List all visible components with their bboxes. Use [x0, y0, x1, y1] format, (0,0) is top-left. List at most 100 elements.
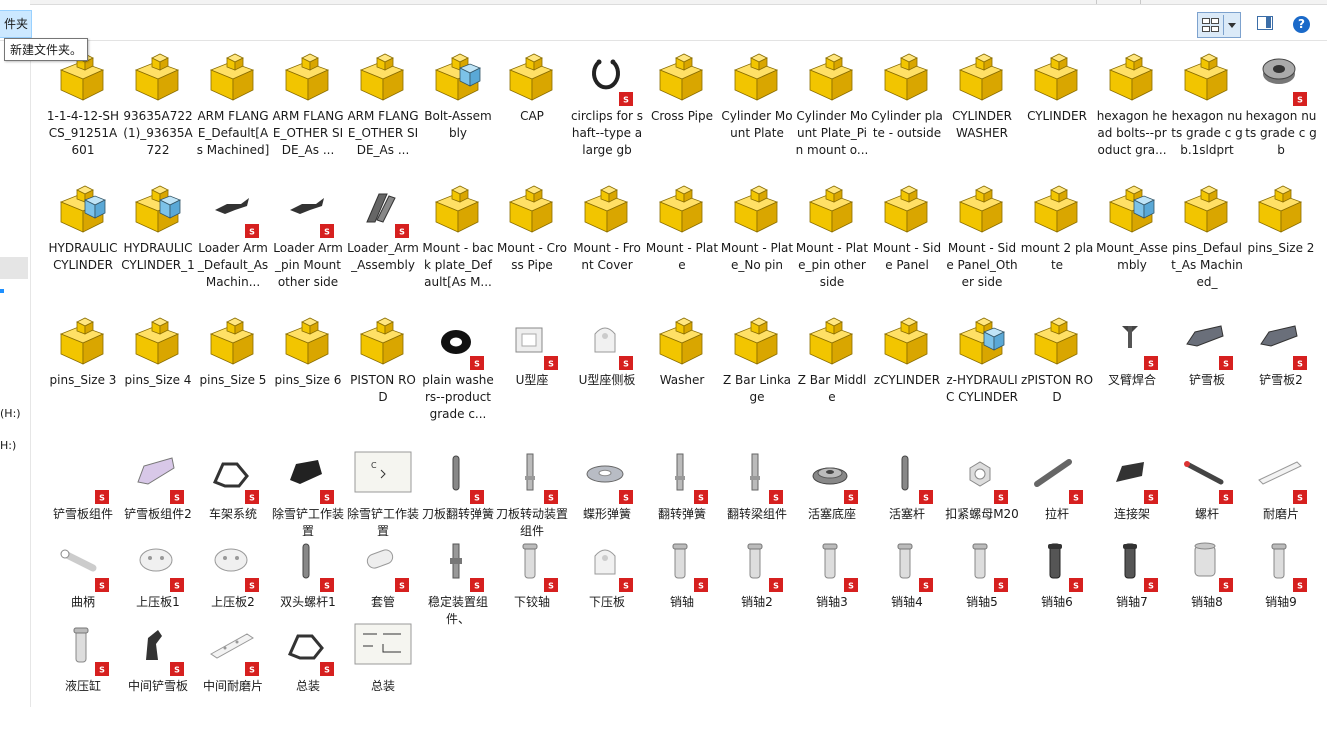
file-item[interactable]: S Loader Arm_Default_As Machin...	[196, 178, 270, 308]
file-item[interactable]: CYLINDER	[1020, 46, 1094, 176]
file-item[interactable]: pins_Size 4	[121, 310, 195, 440]
file-item[interactable]: Mount - back plate_Default[As M...	[421, 178, 495, 308]
file-item[interactable]: pins_Default_As Machined_	[1170, 178, 1244, 308]
file-item[interactable]: Shexagon nuts grade c gb	[1244, 46, 1318, 176]
file-item[interactable]: S 铲雪板	[1170, 310, 1244, 440]
file-item[interactable]: HYDRAULIC CYLINDER	[46, 178, 120, 308]
svg-text:S: S	[324, 494, 330, 503]
file-item[interactable]: S 销轴8	[1170, 532, 1244, 662]
large-icons-view-icon[interactable]	[1200, 15, 1220, 35]
file-item[interactable]: hexagon head bolts--product gra...	[1095, 46, 1169, 176]
view-dropdown-chevron-down-icon[interactable]	[1223, 15, 1240, 35]
file-item[interactable]: Z Bar Middle	[795, 310, 869, 440]
nav-expand-icon[interactable]	[0, 289, 4, 293]
navigation-pane[interactable]: (H:) H:)	[0, 41, 31, 707]
nav-drive-h2[interactable]: H:)	[0, 439, 16, 452]
part-file-icon: S	[877, 446, 937, 506]
file-item[interactable]: pins_Size 6	[271, 310, 345, 440]
file-item[interactable]: Z Bar Linkage	[720, 310, 794, 440]
file-item[interactable]: S 销轴9	[1244, 532, 1318, 662]
file-item[interactable]: 1-1-4-12-SHCS_91251A601	[46, 46, 120, 176]
file-item[interactable]: Mount - Cross Pipe	[495, 178, 569, 308]
file-item[interactable]: Bolt-Assembly	[421, 46, 495, 176]
file-item[interactable]: Mount - Plate_pin other side	[795, 178, 869, 308]
file-item[interactable]: mount 2 plate	[1020, 178, 1094, 308]
file-item[interactable]: S U型座侧板	[570, 310, 644, 440]
file-item[interactable]: hexagon nuts grade c gb.1sldprt	[1170, 46, 1244, 176]
file-item[interactable]: Cylinder Mount Plate_Pin mount o...	[795, 46, 869, 176]
svg-text:S: S	[623, 360, 629, 369]
file-item[interactable]: S 叉臂焊合	[1095, 310, 1169, 440]
file-item[interactable]: pins_Size 5	[196, 310, 270, 440]
file-item[interactable]: S 销轴	[645, 532, 719, 662]
file-item[interactable]: pins_Size 2	[1244, 178, 1318, 308]
file-item[interactable]: S 稳定装置组件、	[421, 532, 495, 662]
file-item[interactable]: S 销轴3	[795, 532, 869, 662]
file-item[interactable]: Mount - Side Panel	[870, 178, 944, 308]
file-item-label: 上压板2	[211, 595, 255, 609]
svg-text:S: S	[1297, 582, 1303, 591]
file-item[interactable]: 93635A722 (1)_93635A722	[121, 46, 195, 176]
file-item[interactable]: S 总装	[271, 616, 345, 746]
part-file-icon: S	[1251, 312, 1311, 372]
file-item[interactable]: Mount - Side Panel_Other side	[945, 178, 1019, 308]
svg-text:S: S	[848, 582, 854, 591]
svg-text:S: S	[1148, 582, 1154, 591]
file-item[interactable]: zCYLINDER	[870, 310, 944, 440]
assembly-file-icon	[1027, 312, 1087, 372]
part-file-icon: S	[952, 534, 1012, 594]
file-item[interactable]: ARM FLANGE_OTHER SIDE_As ...	[346, 46, 420, 176]
file-item-label: hexagon nuts grade c gb.1sldprt	[1171, 109, 1243, 157]
file-item[interactable]: Mount - Plate_No pin	[720, 178, 794, 308]
file-item[interactable]: CAP	[495, 46, 569, 176]
file-item-label: ARM FLANGE_OTHER SIDE_As ...	[347, 109, 419, 157]
help-icon[interactable]: ?	[1293, 16, 1310, 33]
file-item[interactable]: S 液压缸	[46, 616, 120, 746]
file-item[interactable]: Mount_Assembly	[1095, 178, 1169, 308]
svg-text:S: S	[1223, 582, 1229, 591]
file-item[interactable]: S 下铰轴	[495, 532, 569, 662]
svg-text:S: S	[474, 494, 480, 503]
file-item[interactable]: S 销轴5	[945, 532, 1019, 662]
nav-selected-item[interactable]	[0, 257, 28, 279]
file-item[interactable]: S 销轴2	[720, 532, 794, 662]
file-item[interactable]: S U型座	[495, 310, 569, 440]
file-item[interactable]: Cylinder Mount Plate	[720, 46, 794, 176]
file-item[interactable]: S Loader Arm_pin Mount other side	[271, 178, 345, 308]
file-item[interactable]: PISTON ROD	[346, 310, 420, 440]
file-item[interactable]: Cylinder plate - outside	[870, 46, 944, 176]
file-item[interactable]: Mount - Front Cover	[570, 178, 644, 308]
file-item-label: Cylinder Mount Plate	[721, 109, 793, 140]
part-file-icon: S	[802, 446, 862, 506]
file-item[interactable]: S Loader_Arm_Assembly	[346, 178, 420, 308]
file-item[interactable]: zPISTON ROD	[1020, 310, 1094, 440]
file-item[interactable]: S 销轴7	[1095, 532, 1169, 662]
file-item[interactable]: Scirclips for shaft--type a large gb	[570, 46, 644, 176]
svg-text:S: S	[249, 666, 255, 675]
file-item[interactable]: S 销轴6	[1020, 532, 1094, 662]
file-item[interactable]: ARM FLANGE_Default[As Machined]	[196, 46, 270, 176]
file-item[interactable]: Washer	[645, 310, 719, 440]
svg-text:S: S	[698, 582, 704, 591]
file-item-label: 销轴9	[1265, 595, 1297, 609]
file-item[interactable]: ARM FLANGE_OTHER SIDE_As ...	[271, 46, 345, 176]
file-item[interactable]: S 销轴4	[870, 532, 944, 662]
file-item[interactable]: HYDRAULIC CYLINDER_1	[121, 178, 195, 308]
part-file-icon: S	[502, 312, 562, 372]
file-item[interactable]: S 中间铲雪板	[121, 616, 195, 746]
file-item[interactable]: z-HYDRAULIC CYLINDER	[945, 310, 1019, 440]
file-item-label: 总装	[370, 679, 395, 693]
file-item[interactable]: Cross Pipe	[645, 46, 719, 176]
file-item[interactable]: S 铲雪板2	[1244, 310, 1318, 440]
file-item[interactable]: pins_Size 3	[46, 310, 120, 440]
file-item[interactable]: 总装	[346, 616, 420, 746]
file-item[interactable]: Splain washers--product grade c...	[421, 310, 495, 440]
file-item[interactable]: S 下压板	[570, 532, 644, 662]
new-folder-button[interactable]: 件夹	[0, 10, 32, 38]
file-item-label: Mount - Plate_No pin	[720, 241, 794, 272]
file-item[interactable]: Mount - Plate	[645, 178, 719, 308]
file-item[interactable]: CYLINDER WASHER	[945, 46, 1019, 176]
nav-drive-h[interactable]: (H:)	[0, 407, 21, 420]
preview-pane-icon[interactable]	[1257, 16, 1273, 30]
file-item[interactable]: S 中间耐磨片	[196, 616, 270, 746]
